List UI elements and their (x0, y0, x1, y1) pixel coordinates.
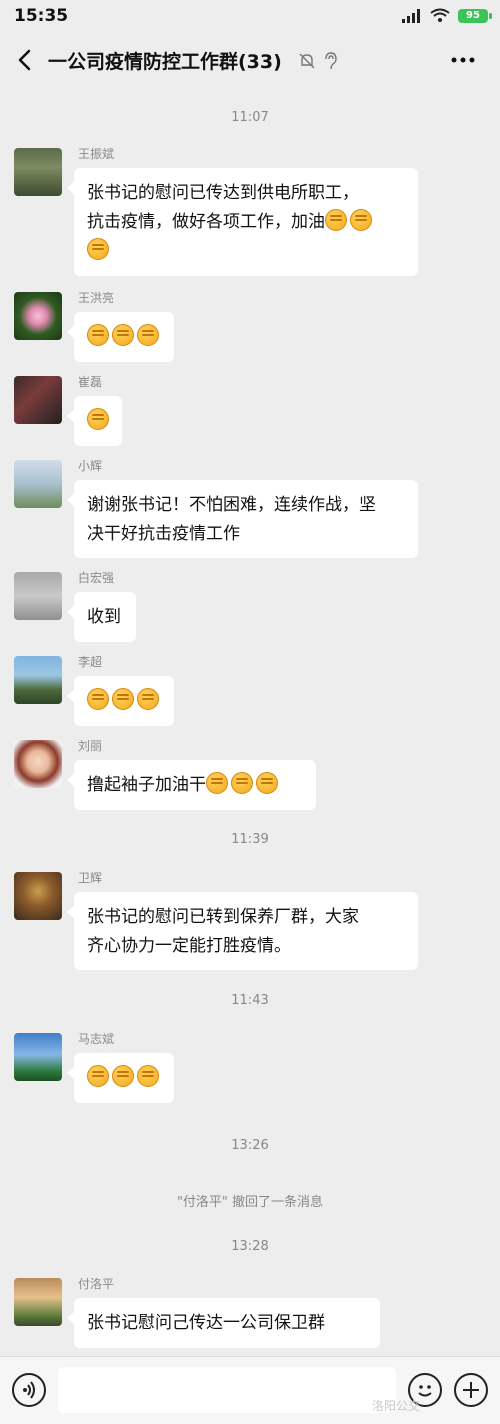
message-bubble[interactable]: 张书记的慰问已传达到供电所职工， 抗击疫情，做好各项工作，加油 (67, 168, 418, 276)
message-text: 张书记慰问己传达一公司保卫群 (87, 1313, 325, 1333)
status-bar: 15:35 95 (0, 0, 500, 34)
message-bubble[interactable] (67, 396, 122, 446)
sender-name: 马志斌 (78, 1032, 115, 1046)
fist-emoji-icon (137, 1065, 159, 1087)
avatar[interactable] (14, 148, 62, 196)
message-bubble[interactable] (67, 676, 174, 726)
sender-name: 王洪亮 (78, 291, 115, 305)
status-time: 15:35 (14, 6, 69, 26)
timestamp: 13:28 (231, 1239, 269, 1254)
avatar[interactable] (14, 572, 62, 620)
message-input[interactable] (58, 1367, 396, 1413)
message-bubble[interactable]: 撸起袖子加油干 (67, 760, 316, 810)
earpiece-icon (325, 52, 337, 70)
mute-bell-icon (299, 53, 315, 69)
back-button[interactable] (10, 44, 40, 76)
fist-emoji-icon (112, 324, 134, 346)
sender-name: 崔磊 (78, 375, 103, 389)
battery-icon: 95 (458, 8, 492, 23)
message-text: 撸起袖子加油干 (87, 775, 206, 795)
input-bar: 洛阳公交 (0, 1356, 500, 1424)
fist-emoji-icon (87, 1065, 109, 1087)
chat-header: 一公司疫情防控工作群(33) (0, 34, 500, 86)
message-bubble[interactable] (67, 312, 174, 362)
fist-emoji-icon (206, 772, 228, 794)
fist-emoji-icon (87, 238, 109, 260)
fist-emoji-icon (137, 324, 159, 346)
sender-name: 王振斌 (78, 147, 115, 161)
more-dots-icon (451, 57, 475, 63)
message-bubble[interactable]: 张书记的慰问已转到保养厂群，大家 齐心协力一定能打胜疫情。 (67, 892, 418, 970)
message-text: 张书记的慰问已转到保养厂群，大家 (87, 907, 359, 927)
avatar[interactable] (14, 1278, 62, 1326)
fist-emoji-icon (350, 209, 372, 231)
message-bubble[interactable]: 张书记慰问己传达一公司保卫群 (67, 1298, 380, 1348)
fist-emoji-icon (137, 688, 159, 710)
timestamp: 13:26 (231, 1138, 269, 1153)
message-text: 收到 (87, 607, 121, 627)
fist-emoji-icon (87, 408, 109, 430)
status-icons: 95 (402, 8, 492, 23)
fist-emoji-icon (112, 1065, 134, 1087)
fist-emoji-icon (112, 688, 134, 710)
timestamp: 11:39 (231, 832, 269, 847)
chevron-left-icon (18, 49, 31, 71)
sender-name: 小辉 (78, 459, 103, 473)
voice-icon (23, 1381, 35, 1399)
avatar[interactable] (14, 460, 62, 508)
plus-icon (463, 1382, 479, 1398)
avatar[interactable] (14, 656, 62, 704)
more-options-button[interactable] (448, 48, 478, 72)
message-bubble[interactable] (67, 1053, 174, 1103)
sender-name: 刘丽 (78, 739, 103, 753)
chat-title: 一公司疫情防控工作群(33) (48, 51, 282, 73)
sender-name: 卫辉 (78, 871, 103, 885)
sender-name: 白宏强 (78, 571, 115, 585)
timestamp: 11:07 (231, 110, 269, 125)
message-text: 决干好抗击疫情工作 (87, 524, 240, 544)
more-functions-button[interactable] (454, 1373, 488, 1407)
fist-emoji-icon (256, 772, 278, 794)
message-bubble[interactable]: 谢谢张书记！不怕困难，连续作战，坚 决干好抗击疫情工作 (67, 480, 418, 558)
avatar[interactable] (14, 740, 62, 788)
fist-emoji-icon (231, 772, 253, 794)
timestamp: 11:43 (231, 993, 269, 1008)
avatar[interactable] (14, 292, 62, 340)
message-text: 抗击疫情，做好各项工作，加油 (87, 212, 325, 232)
recall-notice: "付洛平" 撤回了一条消息 (176, 1195, 324, 1210)
message-text: 谢谢张书记！不怕困难，连续作战，坚 (87, 495, 376, 515)
wifi-icon (430, 8, 450, 22)
avatar[interactable] (14, 872, 62, 920)
fist-emoji-icon (87, 688, 109, 710)
message-text: 齐心协力一定能打胜疫情。 (87, 936, 291, 956)
message-bubble[interactable]: 收到 (67, 592, 136, 642)
fist-emoji-icon (325, 209, 347, 231)
avatar[interactable] (14, 1033, 62, 1081)
sender-name: 李超 (78, 655, 103, 669)
fist-emoji-icon (87, 324, 109, 346)
avatar[interactable] (14, 376, 62, 424)
message-text: 张书记的慰问已传达到供电所职工， (87, 183, 359, 203)
voice-input-button[interactable] (12, 1373, 46, 1407)
sender-name: 付洛平 (78, 1277, 115, 1291)
watermark: 洛阳公交 (372, 1399, 421, 1413)
signal-icon (402, 8, 420, 23)
